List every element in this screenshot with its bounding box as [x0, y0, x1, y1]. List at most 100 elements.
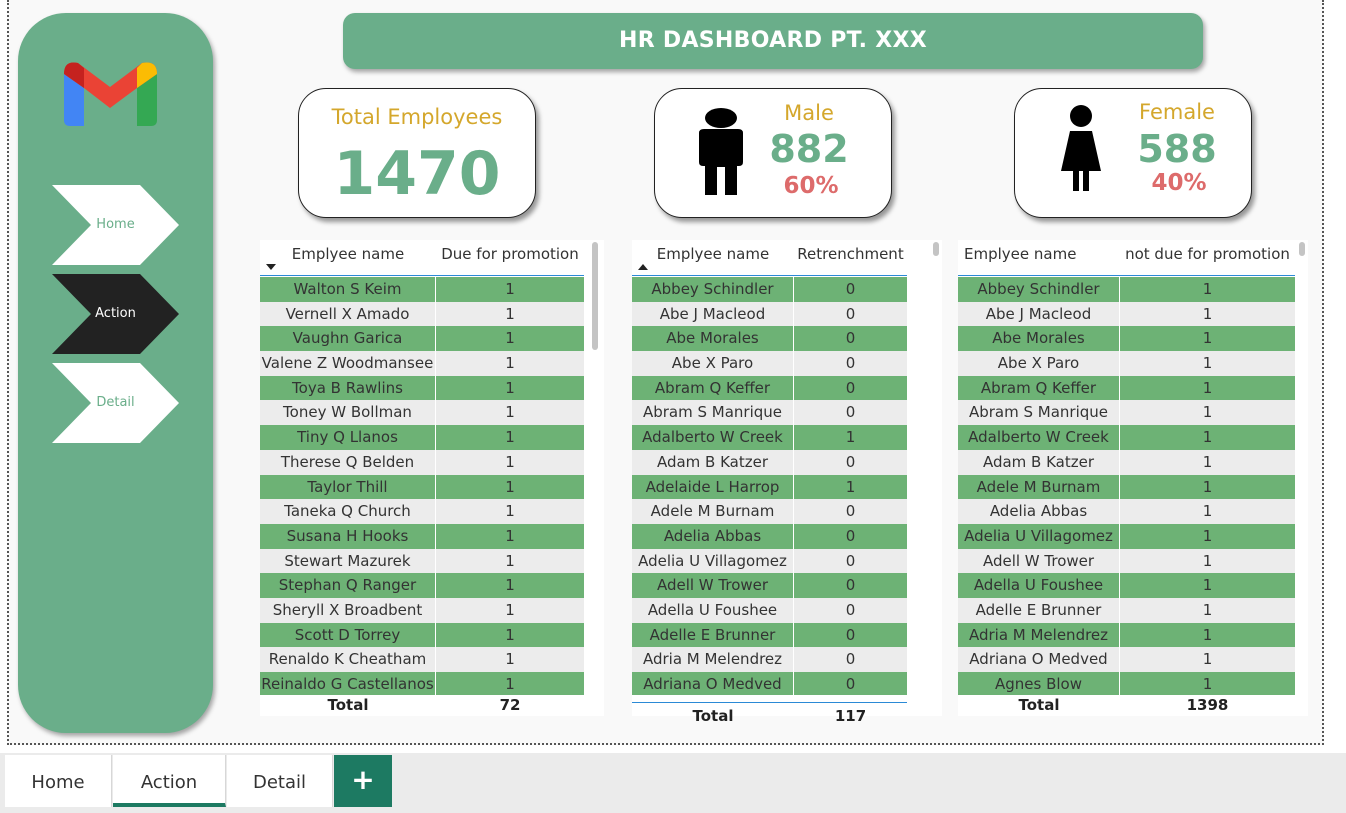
column-header-due[interactable]: Due for promotion [436, 240, 584, 275]
table-row[interactable]: Therese Q Belden 1 [260, 449, 584, 475]
table-row[interactable]: Adele M Burnam 1 [958, 474, 1295, 500]
kpi-female-label: Female [1139, 100, 1215, 124]
table-row[interactable]: Adria M Melendrez 0 [632, 647, 907, 672]
cell-employee-name: Adriana O Medved [632, 672, 794, 695]
nav-detail-button[interactable]: Detail [52, 363, 179, 443]
table-row[interactable]: Adell W Trower 1 [958, 548, 1295, 574]
table-row[interactable]: Abe X Paro 1 [958, 351, 1295, 376]
table-row[interactable]: Abram S Manrique 0 [632, 400, 907, 426]
table-row[interactable]: Vaughn Garica 1 [260, 326, 584, 352]
table-row[interactable]: Taneka Q Church 1 [260, 499, 584, 524]
column-header-name[interactable]: Emplyee name [958, 240, 1120, 275]
table-row[interactable]: Abe Morales 1 [958, 326, 1295, 352]
table-row[interactable]: Taylor Thill 1 [260, 474, 584, 500]
cell-value: 1 [1202, 354, 1213, 373]
cell-employee-name: Vaughn Garica [260, 326, 436, 352]
cell-value: 1 [845, 477, 856, 496]
add-page-button[interactable]: + [334, 755, 392, 807]
cell-employee-name: Adella U Foushee [958, 573, 1120, 598]
total-value: 72 [499, 696, 521, 714]
table-row[interactable]: Sheryll X Broadbent 1 [260, 597, 584, 623]
table-row[interactable]: Adele M Burnam 0 [632, 499, 907, 524]
table-row[interactable]: Abbey Schindler 1 [958, 277, 1295, 302]
cell-value: 1 [1202, 329, 1213, 348]
table-row[interactable]: Adriana O Medved 1 [958, 647, 1295, 672]
sort-descending-icon[interactable] [266, 264, 276, 270]
table-row[interactable]: Abe Morales 0 [632, 326, 907, 352]
column-header-retrenchment[interactable]: Retrenchment [794, 240, 907, 275]
kpi-card-total-employees: Total Employees 1470 [298, 88, 536, 218]
table-row[interactable]: Adam B Katzer 0 [632, 449, 907, 475]
table-row[interactable]: Adelia U Villagomez 1 [958, 523, 1295, 549]
retrenchment-table[interactable]: Emplyee name Retrenchment Abbey Schindle… [632, 240, 942, 725]
column-header-name[interactable]: Emplyee name [632, 240, 794, 275]
nav-action-button[interactable]: Action [52, 274, 179, 354]
table-row[interactable]: Reinaldo G Castellanos 1 [260, 672, 584, 695]
cell-value: 0 [845, 526, 856, 545]
male-person-icon [699, 108, 743, 195]
table-row[interactable]: Adelle E Brunner 0 [632, 622, 907, 648]
cell-value: 0 [845, 576, 856, 595]
table-row[interactable]: Adriana O Medved 0 [632, 672, 907, 695]
cell-value: 0 [845, 354, 856, 373]
table-row[interactable]: Abe J Macleod 1 [958, 301, 1295, 327]
cell-employee-name: Tiny Q Llanos [260, 425, 436, 450]
table-row[interactable]: Adalberto W Creek 1 [632, 425, 907, 450]
table-row[interactable]: Adria M Melendrez 1 [958, 622, 1295, 648]
cell-value: 1 [1202, 477, 1213, 496]
table-row[interactable]: Adelia Abbas 1 [958, 499, 1295, 524]
table-row[interactable]: Adalberto W Creek 1 [958, 425, 1295, 450]
tab-home[interactable]: Home [5, 755, 112, 807]
cell-value: 0 [845, 378, 856, 397]
tab-detail[interactable]: Detail [227, 755, 333, 807]
nav-action-label: Action [95, 306, 136, 321]
vertical-scrollbar[interactable] [1299, 242, 1305, 256]
cell-value: 1 [1202, 675, 1213, 693]
table-row[interactable]: Adella U Foushee 1 [958, 573, 1295, 598]
table-total-row: Total 72 [260, 696, 584, 714]
table-row[interactable]: Stewart Mazurek 1 [260, 548, 584, 574]
table-row[interactable]: Adell W Trower 0 [632, 573, 907, 598]
table-row[interactable]: Abram S Manrique 1 [958, 400, 1295, 426]
table-row[interactable]: Scott D Torrey 1 [260, 622, 584, 648]
table-row[interactable]: Valene Z Woodmansee 1 [260, 351, 584, 376]
table-row[interactable]: Abram Q Keffer 0 [632, 375, 907, 401]
table-row[interactable]: Abram Q Keffer 1 [958, 375, 1295, 401]
table-row[interactable]: Walton S Keim 1 [260, 277, 584, 302]
vertical-scrollbar[interactable] [933, 242, 939, 256]
tab-action[interactable]: Action [113, 755, 226, 807]
table-row[interactable]: Adella U Foushee 0 [632, 597, 907, 623]
table-total-row: Total 1398 [958, 696, 1295, 714]
table-row[interactable]: Abbey Schindler 0 [632, 277, 907, 302]
cell-employee-name: Toya B Rawlins [260, 375, 436, 401]
column-header-name[interactable]: Emplyee name [260, 240, 436, 275]
cell-employee-name: Adria M Melendrez [632, 647, 794, 672]
promotion-table[interactable]: Emplyee name Due for promotion Walton S … [260, 240, 604, 716]
kpi-male-value: 882 [769, 127, 849, 171]
table-row[interactable]: Vernell X Amado 1 [260, 301, 584, 327]
table-row[interactable]: Toney W Bollman 1 [260, 400, 584, 426]
column-header-not-due[interactable]: not due for promotion [1120, 240, 1295, 275]
vertical-scrollbar[interactable] [592, 242, 598, 350]
cell-employee-name: Susana H Hooks [260, 523, 436, 549]
not-due-promotion-table[interactable]: Emplyee name not due for promotion Abbey… [958, 240, 1308, 716]
table-row[interactable]: Adelle E Brunner 1 [958, 597, 1295, 623]
total-label: Total [692, 707, 734, 725]
table-row[interactable]: Agnes Blow 1 [958, 672, 1295, 695]
table-row[interactable]: Abe X Paro 0 [632, 351, 907, 376]
sort-ascending-icon[interactable] [638, 264, 648, 270]
table-row[interactable]: Adelaide L Harrop 1 [632, 474, 907, 500]
table-row[interactable]: Susana H Hooks 1 [260, 523, 584, 549]
cell-employee-name: Adelia Abbas [958, 499, 1120, 524]
table-row[interactable]: Renaldo K Cheatham 1 [260, 647, 584, 672]
table-row[interactable]: Stephan Q Ranger 1 [260, 573, 584, 598]
table-row[interactable]: Adelia Abbas 0 [632, 523, 907, 549]
table-row[interactable]: Adam B Katzer 1 [958, 449, 1295, 475]
table-row[interactable]: Adelia U Villagomez 0 [632, 548, 907, 574]
cell-employee-name: Taylor Thill [260, 474, 436, 500]
cell-employee-name: Adele M Burnam [632, 499, 794, 524]
table-row[interactable]: Toya B Rawlins 1 [260, 375, 584, 401]
nav-home-button[interactable]: Home [52, 185, 179, 265]
table-row[interactable]: Tiny Q Llanos 1 [260, 425, 584, 450]
table-row[interactable]: Abe J Macleod 0 [632, 301, 907, 327]
